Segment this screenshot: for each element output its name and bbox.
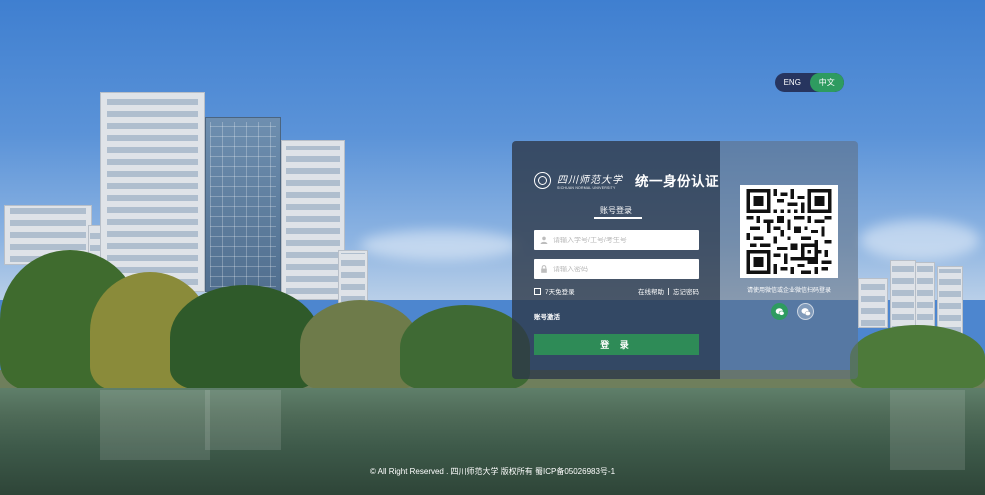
wechat-icon[interactable] [797,303,814,320]
building-distant [858,278,888,328]
remember-checkbox[interactable] [534,287,541,295]
login-panel: 四川师范大学 SICHUAN NORMAL UNIVERSITY 统一身份认证 … [512,141,858,379]
logo-en: SICHUAN NORMAL UNIVERSITY [557,185,616,190]
building-tower [281,140,345,300]
building-distant [937,266,963,336]
login-options: 7天免登录 在线帮助 忘记密码 [534,286,699,296]
qr-caption: 请使用微信或企业微信扫码登录 [746,288,831,294]
cloud [860,220,980,260]
university-logo: 四川师范大学 SICHUAN NORMAL UNIVERSITY [557,171,623,190]
language-toggle[interactable]: ENG 中文 [775,73,844,92]
password-field[interactable] [534,259,699,279]
building-low [338,250,368,305]
qr-code-image [746,189,832,274]
building-distant [890,260,916,335]
copyright-footer: © All Right Reserved . 四川师范大学 版权所有 蜀ICP备… [369,467,616,476]
username-input[interactable] [553,236,693,244]
university-seal-icon [534,171,551,189]
logo-cn: 四川师范大学 [557,174,623,186]
login-button[interactable]: 登 录 [534,334,699,355]
help-links: 在线帮助 忘记密码 [638,286,699,296]
qr-login-pane: 请使用微信或企业微信扫码登录 [720,141,858,379]
user-icon [540,236,548,244]
qr-code[interactable] [740,185,838,278]
account-login-pane: 四川师范大学 SICHUAN NORMAL UNIVERSITY 统一身份认证 … [512,141,720,379]
remember-label[interactable]: 7天免登录 [545,286,575,296]
trees [170,285,320,390]
tab-account-login[interactable]: 账号登录 [600,205,632,216]
tab-underline [594,217,642,219]
forgot-password-link[interactable]: 忘记密码 [673,286,699,296]
building-glass [205,117,281,292]
wechat-work-icon[interactable] [771,303,788,320]
password-input[interactable] [553,265,693,273]
lang-option-zh[interactable]: 中文 [809,73,844,92]
page-title: 统一身份认证 [635,174,719,189]
lang-option-eng[interactable]: ENG [775,73,810,92]
help-link[interactable]: 在线帮助 [638,286,664,296]
building-tower [100,92,205,292]
cloud [360,230,520,260]
link-divider [668,287,669,295]
reflection [890,390,965,470]
reflection [205,390,281,450]
lock-icon [540,265,548,273]
username-field[interactable] [534,230,699,250]
trees [850,325,985,390]
brand-header: 四川师范大学 SICHUAN NORMAL UNIVERSITY 统一身份认证 [534,170,719,190]
reflection [100,390,210,460]
trees [400,305,530,390]
activate-account-link[interactable]: 账号激活 [534,311,560,321]
